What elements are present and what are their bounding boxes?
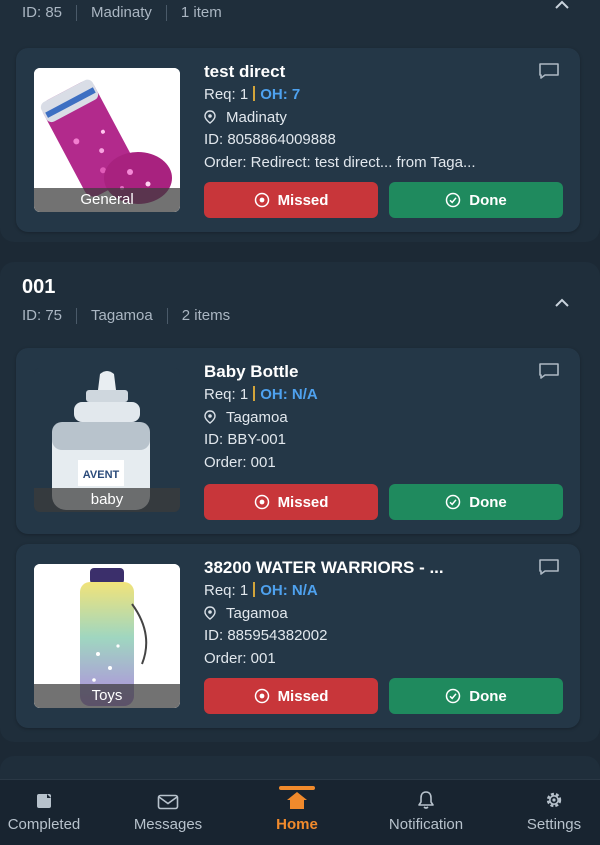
req-line: Req: 1 OH: N/A [204,384,560,407]
req-line: Req: 1 OH: 7 [204,84,560,107]
on-hand-count: OH: N/A [260,582,318,599]
item-id: ID: BBY-001 [204,431,286,448]
nav-label: Notification [388,816,464,833]
item-title: Baby Bottle [204,362,299,381]
group-id: ID: 75 [22,307,63,324]
location-pin-icon [204,409,220,430]
item-location: Tagamoa [226,408,288,426]
done-label: Done [469,687,507,705]
item-image: AVENT baby [34,368,180,512]
group-location: Madinaty [91,4,152,21]
location-line: Tagamoa [204,407,560,430]
category-label: Toys [34,684,180,708]
location-line: Tagamoa [204,603,560,626]
item-location: Tagamoa [226,604,288,622]
divider [253,386,256,401]
group-header[interactable]: 001 ID: 75 Tagamoa 2 items [22,276,578,324]
missed-button[interactable]: Missed [204,678,378,714]
divider [166,307,168,324]
item-title: test direct [204,62,286,81]
req-count: Req: 1 [204,86,249,103]
check-circle-icon [446,192,461,208]
chevron-up-icon[interactable] [554,292,570,313]
missed-label: Missed [277,191,329,209]
item-order: Order: Redirect: test direct... from Tag… [204,153,476,171]
divider [253,582,256,597]
group-header[interactable]: ID: 85 Madinaty 1 item [22,4,578,21]
item-card: Toys 38200 WATER WARRIORS - ... Req: 1 OH… [16,544,580,728]
done-label: Done [469,191,507,209]
nav-label: Messages [133,816,203,833]
on-hand-count: OH: N/A [260,386,318,403]
group-title: 001 [22,276,56,298]
item-title: 38200 WATER WARRIORS - ... [204,558,444,577]
item-card: AVENT baby Baby Bottle Req: 1 OH: N/A Tag… [16,348,580,534]
divider [253,86,256,101]
check-circle-icon [446,494,461,510]
nav-notification[interactable]: Notification [370,780,482,845]
comment-icon[interactable] [538,362,560,385]
item-location: Madinaty [226,108,287,126]
group-item-count: 2 items [181,307,231,324]
missed-button[interactable]: Missed [204,484,378,520]
chevron-up-icon[interactable] [554,0,570,15]
req-count: Req: 1 [204,582,249,599]
missed-icon [254,192,269,208]
item-card: General test direct Req: 1 OH: 7 Madinaty… [16,48,580,232]
item-order: Order: 001 [204,649,276,667]
done-button[interactable]: Done [389,484,563,520]
item-id: ID: 885954382002 [204,627,328,644]
nav-home[interactable]: Home [257,780,337,845]
order-group: 001 ID: 75 Tagamoa 2 items AVENT baby Ba… [0,262,600,742]
missed-button[interactable]: Missed [204,182,378,218]
item-id: ID: 8058864009888 [204,131,336,148]
check-circle-icon [446,688,461,704]
group-location: Tagamoa [91,307,153,324]
nav-settings[interactable]: Settings [512,780,596,845]
group-item-count: 1 item [180,4,222,21]
gear-icon [512,780,596,810]
location-pin-icon [204,605,220,626]
done-button[interactable]: Done [389,678,563,714]
item-image: General [34,68,180,212]
mail-icon [118,780,218,810]
category-label: General [34,188,180,212]
location-pin-icon [204,109,220,130]
missed-label: Missed [277,687,329,705]
home-icon [257,780,337,810]
location-line: Madinaty [204,107,560,130]
req-count: Req: 1 [204,386,249,403]
svg-text:AVENT: AVENT [83,469,120,481]
bottom-nav: Completed Messages Home Notification Set… [0,779,600,845]
missed-icon [254,494,269,510]
missed-icon [254,688,269,704]
divider [76,307,78,324]
done-label: Done [469,493,507,511]
req-line: Req: 1 OH: N/A [204,580,560,603]
order-group: ID: 85 Madinaty 1 item General test dire… [0,0,600,242]
on-hand-count: OH: 7 [260,86,301,103]
category-label: baby [34,488,180,512]
nav-label: Completed [7,816,81,833]
missed-label: Missed [277,493,329,511]
item-image: Toys [34,564,180,708]
comment-icon[interactable] [538,558,560,581]
nav-completed[interactable]: Completed [0,780,92,845]
nav-messages[interactable]: Messages [118,780,218,845]
nav-label: Settings [526,816,582,833]
completed-icon [0,780,92,810]
bell-icon [370,780,482,810]
group-id: ID: 85 [22,4,63,21]
comment-icon[interactable] [538,62,560,85]
nav-label: Home [276,816,318,833]
divider [76,4,78,21]
item-order: Order: 001 [204,453,276,471]
divider [165,4,167,21]
done-button[interactable]: Done [389,182,563,218]
